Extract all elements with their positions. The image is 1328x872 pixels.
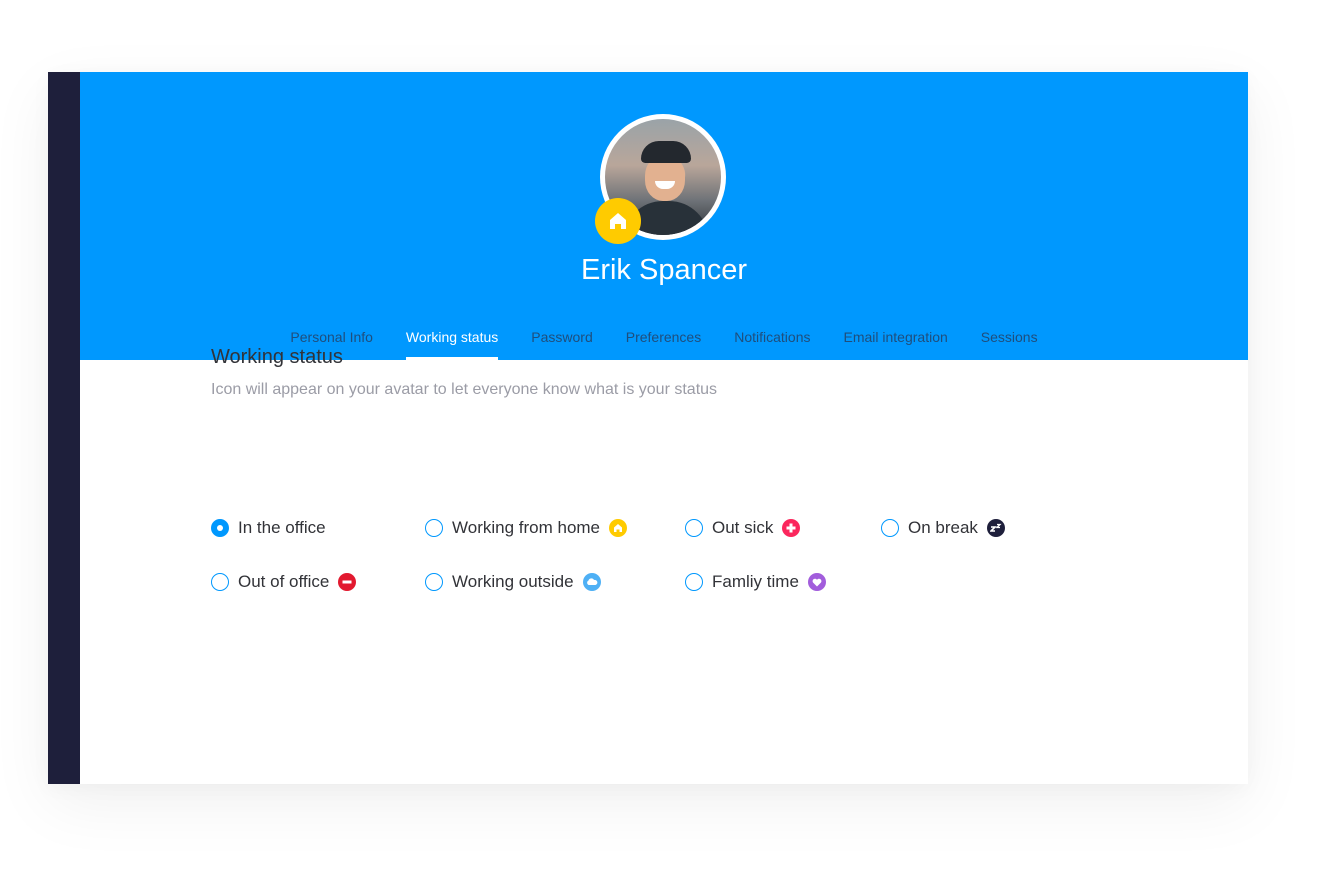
- status-option-in-the-office[interactable]: In the office: [211, 517, 326, 539]
- radio-family-time[interactable]: [685, 573, 703, 591]
- heart-icon: [807, 573, 826, 591]
- option-label: Famliy time: [712, 572, 799, 591]
- radio-working-from-home[interactable]: [425, 519, 443, 537]
- home-icon: [609, 519, 628, 537]
- section-title: Working status: [211, 346, 343, 368]
- option-label: On break: [908, 518, 978, 537]
- status-option-working-from-home[interactable]: Working from home: [425, 517, 628, 539]
- section-subtitle: Icon will appear on your avatar to let e…: [211, 381, 718, 398]
- settings-card: Erik Spancer Personal Info Working statu…: [48, 72, 1248, 784]
- plus-icon: [782, 519, 801, 537]
- status-option-out-of-office[interactable]: Out of office: [211, 571, 357, 593]
- home-icon: [610, 213, 626, 229]
- option-label: Out of office: [238, 572, 330, 591]
- radio-working-outside[interactable]: [425, 573, 443, 591]
- profile-header: Erik Spancer Personal Info Working statu…: [80, 72, 1248, 360]
- user-name: Erik Spancer: [580, 254, 747, 286]
- minus-icon: [338, 573, 357, 591]
- status-option-on-break[interactable]: On break: [881, 517, 1005, 539]
- status-options: In the office Working from home Out sick…: [211, 444, 1111, 591]
- left-sidebar: [48, 72, 80, 784]
- option-label: Out sick: [712, 518, 774, 537]
- sleep-icon: [986, 519, 1005, 537]
- radio-in-the-office[interactable]: [211, 519, 229, 537]
- radio-out-of-office[interactable]: [211, 573, 229, 591]
- option-label: Working outside: [452, 572, 574, 591]
- working-status-section: Working status Icon will appear on your …: [211, 346, 1111, 399]
- status-option-working-outside[interactable]: Working outside: [425, 571, 601, 593]
- status-option-family-time[interactable]: Famliy time: [685, 571, 826, 593]
- status-option-out-sick[interactable]: Out sick: [685, 517, 801, 539]
- cloud-icon: [582, 573, 601, 591]
- avatar-status-badge: [595, 198, 641, 244]
- option-label: In the office: [238, 518, 326, 537]
- radio-out-sick[interactable]: [685, 519, 703, 537]
- radio-on-break[interactable]: [881, 519, 899, 537]
- option-label: Working from home: [452, 518, 601, 537]
